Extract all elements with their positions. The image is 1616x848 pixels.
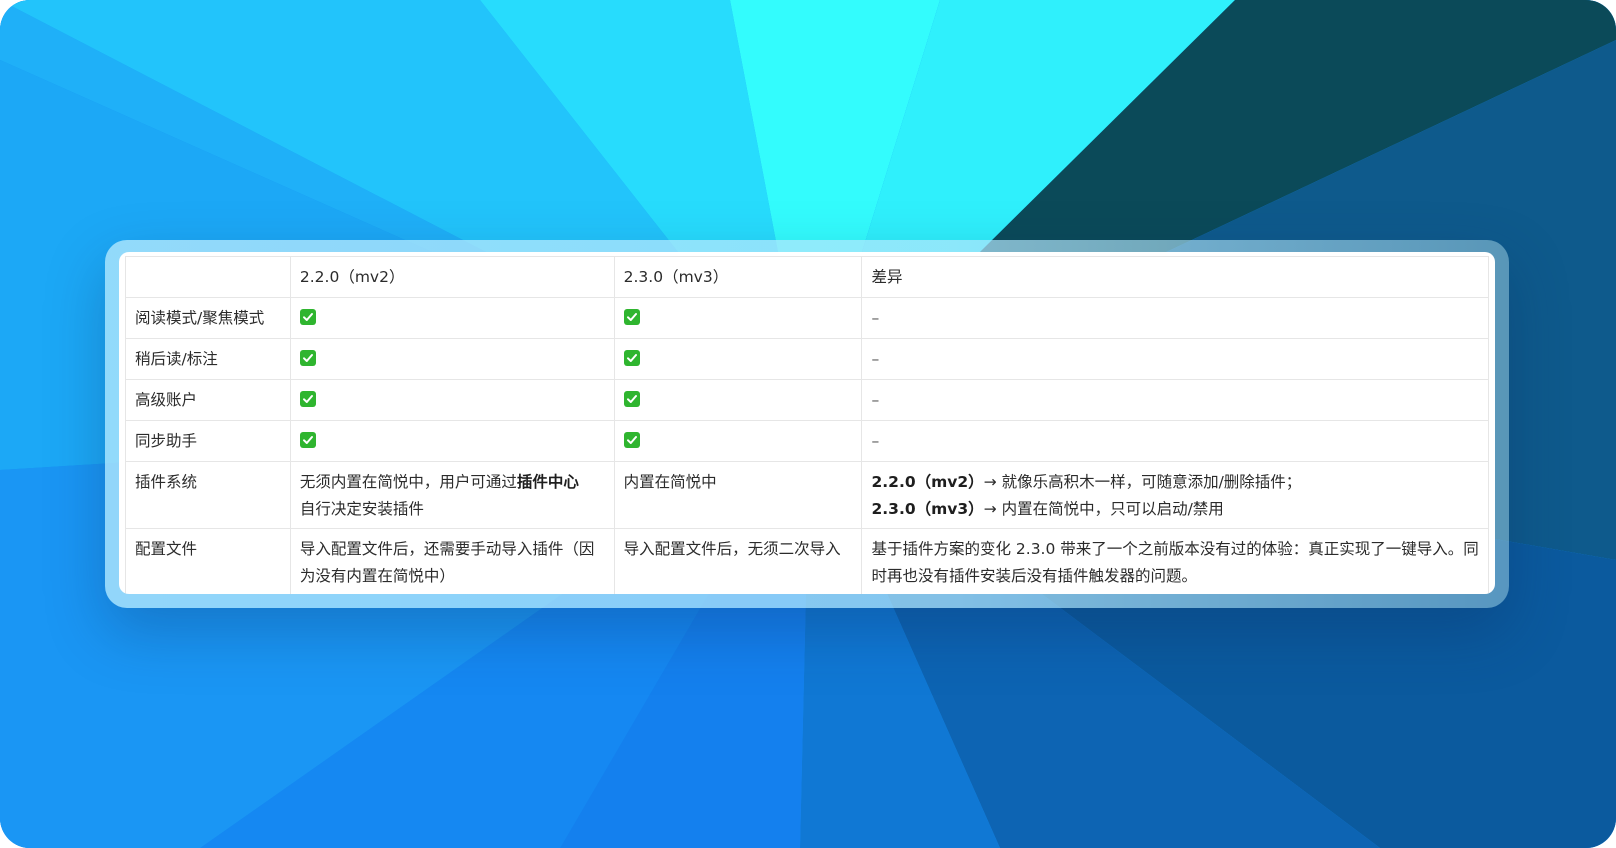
mv3-cell	[613, 297, 863, 339]
diff-line2-text: → 内置在简悦中，只可以启动/禁用	[983, 500, 1224, 518]
diff-line2-version: 2.3.0（mv3）	[871, 500, 984, 518]
mv2-cell: 无须内置在简悦中，用户可通过插件中心自行决定安装插件	[289, 461, 615, 529]
check-mark-icon	[623, 350, 640, 366]
mv2-cell	[289, 338, 615, 380]
table-row-config-file: 配置文件 导入配置文件后，还需要手动导入插件（因为没有内置在简悦中） 导入配置文…	[125, 528, 1489, 594]
feature-cell: 阅读模式/聚焦模式	[125, 297, 291, 339]
feature-cell: 配置文件	[125, 528, 291, 594]
check-mark-icon	[299, 309, 316, 325]
comparison-table: 2.2.0（mv2） 2.3.0（mv3） 差异 阅读模式/聚焦模式 – 稍后读…	[125, 256, 1489, 594]
feature-cell: 高级账户	[125, 379, 291, 421]
check-mark-icon	[299, 391, 316, 407]
check-mark-icon	[623, 432, 640, 448]
table-row: 稍后读/标注 –	[125, 338, 1489, 380]
check-mark-icon	[623, 309, 640, 325]
header-cell-mv2: 2.2.0（mv2）	[289, 256, 615, 298]
diff-cell: 2.2.0（mv2）→ 就像乐高积木一样，可随意添加/删除插件； 2.3.0（mv…	[861, 461, 1489, 529]
diff-cell: –	[861, 379, 1489, 421]
diff-cell: 基于插件方案的变化 2.3.0 带来了一个之前版本没有过的体验：真正实现了一键导…	[861, 528, 1489, 594]
mv3-cell	[613, 338, 863, 380]
feature-cell: 插件系统	[125, 461, 291, 529]
check-mark-icon	[299, 350, 316, 366]
diff-cell: –	[861, 338, 1489, 380]
mv2-cell	[289, 379, 615, 421]
header-cell-diff: 差异	[861, 256, 1489, 298]
mv2-cell: 导入配置文件后，还需要手动导入插件（因为没有内置在简悦中）	[289, 528, 615, 594]
background-canvas: 2.2.0（mv2） 2.3.0（mv3） 差异 阅读模式/聚焦模式 – 稍后读…	[0, 0, 1616, 848]
header-cell-mv3: 2.3.0（mv3）	[613, 256, 863, 298]
diff-line1-version: 2.2.0（mv2）	[871, 473, 984, 491]
table-header-row: 2.2.0（mv2） 2.3.0（mv3） 差异	[125, 256, 1489, 298]
mv2-cell	[289, 420, 615, 462]
check-mark-icon	[299, 432, 316, 448]
comparison-table-container: 2.2.0（mv2） 2.3.0（mv3） 差异 阅读模式/聚焦模式 – 稍后读…	[119, 252, 1495, 594]
mv3-cell: 内置在简悦中	[613, 461, 863, 529]
feature-cell: 稍后读/标注	[125, 338, 291, 380]
table-row: 阅读模式/聚焦模式 –	[125, 297, 1489, 339]
mv2-cell	[289, 297, 615, 339]
diff-cell: –	[861, 297, 1489, 339]
diff-cell: –	[861, 420, 1489, 462]
table-row: 同步助手 –	[125, 420, 1489, 462]
mv3-cell	[613, 379, 863, 421]
mv3-cell	[613, 420, 863, 462]
mv2-text-prefix: 无须内置在简悦中，用户可通过	[299, 473, 517, 491]
table-card: 2.2.0（mv2） 2.3.0（mv3） 差异 阅读模式/聚焦模式 – 稍后读…	[105, 240, 1509, 608]
mv3-cell: 导入配置文件后，无须二次导入	[613, 528, 863, 594]
header-cell-empty	[125, 256, 291, 298]
table-row-plugin-system: 插件系统 无须内置在简悦中，用户可通过插件中心自行决定安装插件 内置在简悦中 2…	[125, 461, 1489, 529]
plugin-center-bold: 插件中心	[516, 473, 579, 491]
check-mark-icon	[623, 391, 640, 407]
table-row: 高级账户 –	[125, 379, 1489, 421]
feature-cell: 同步助手	[125, 420, 291, 462]
mv2-text-suffix: 自行决定安装插件	[299, 500, 424, 518]
diff-line1-text: → 就像乐高积木一样，可随意添加/删除插件；	[983, 473, 1302, 491]
